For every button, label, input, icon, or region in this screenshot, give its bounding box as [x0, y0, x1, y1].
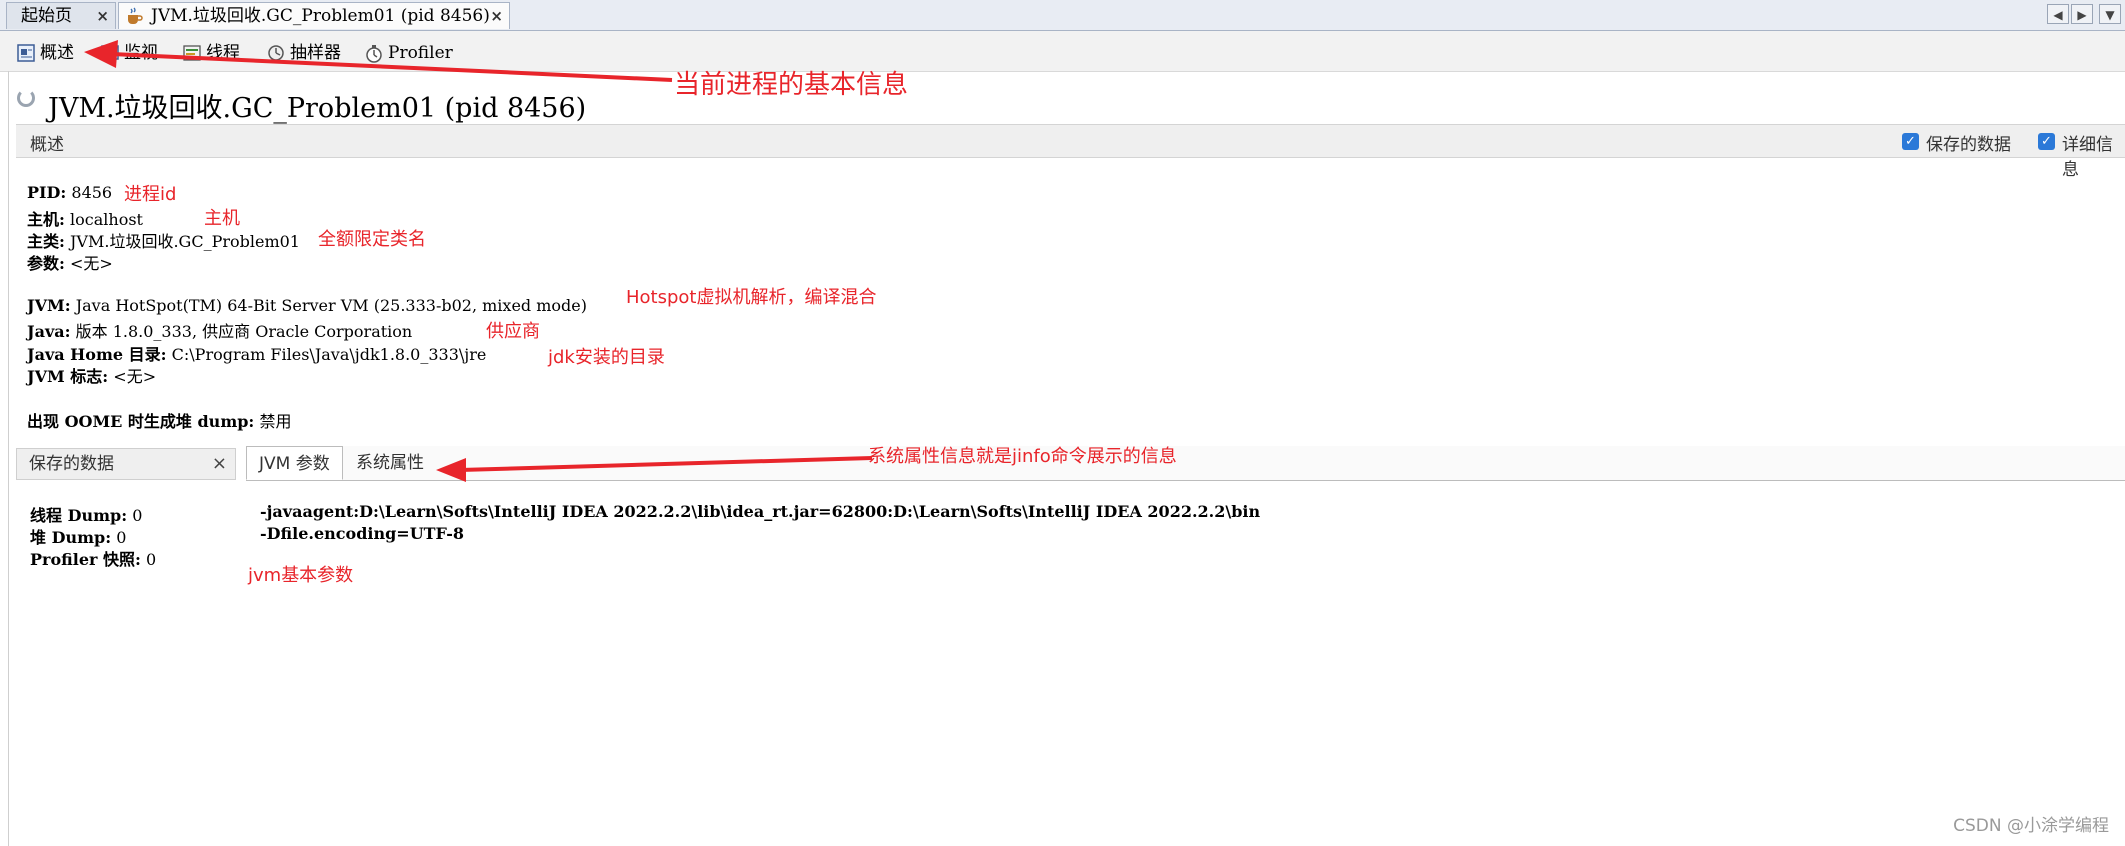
annotation-vendor: 供应商	[486, 321, 540, 342]
annotation-arrows	[84, 40, 873, 482]
annotation-hotspot: Hotspot虚拟机解析，编译混合	[626, 287, 877, 308]
annotation-pid: 进程id	[124, 184, 177, 205]
annotation-basic-info: 当前进程的基本信息	[674, 70, 909, 100]
annotation-host: 主机	[204, 208, 240, 229]
annotation-sysprops: 系统属性信息就是jinfo命令展示的信息	[868, 446, 1177, 467]
annotation-main-class: 全额限定类名	[318, 229, 426, 250]
annotation-jdk-dir: jdk安装的目录	[548, 347, 665, 368]
watermark: CSDN @小涂学编程	[1953, 816, 2109, 836]
annotation-jvm-params: jvm基本参数	[248, 565, 354, 586]
